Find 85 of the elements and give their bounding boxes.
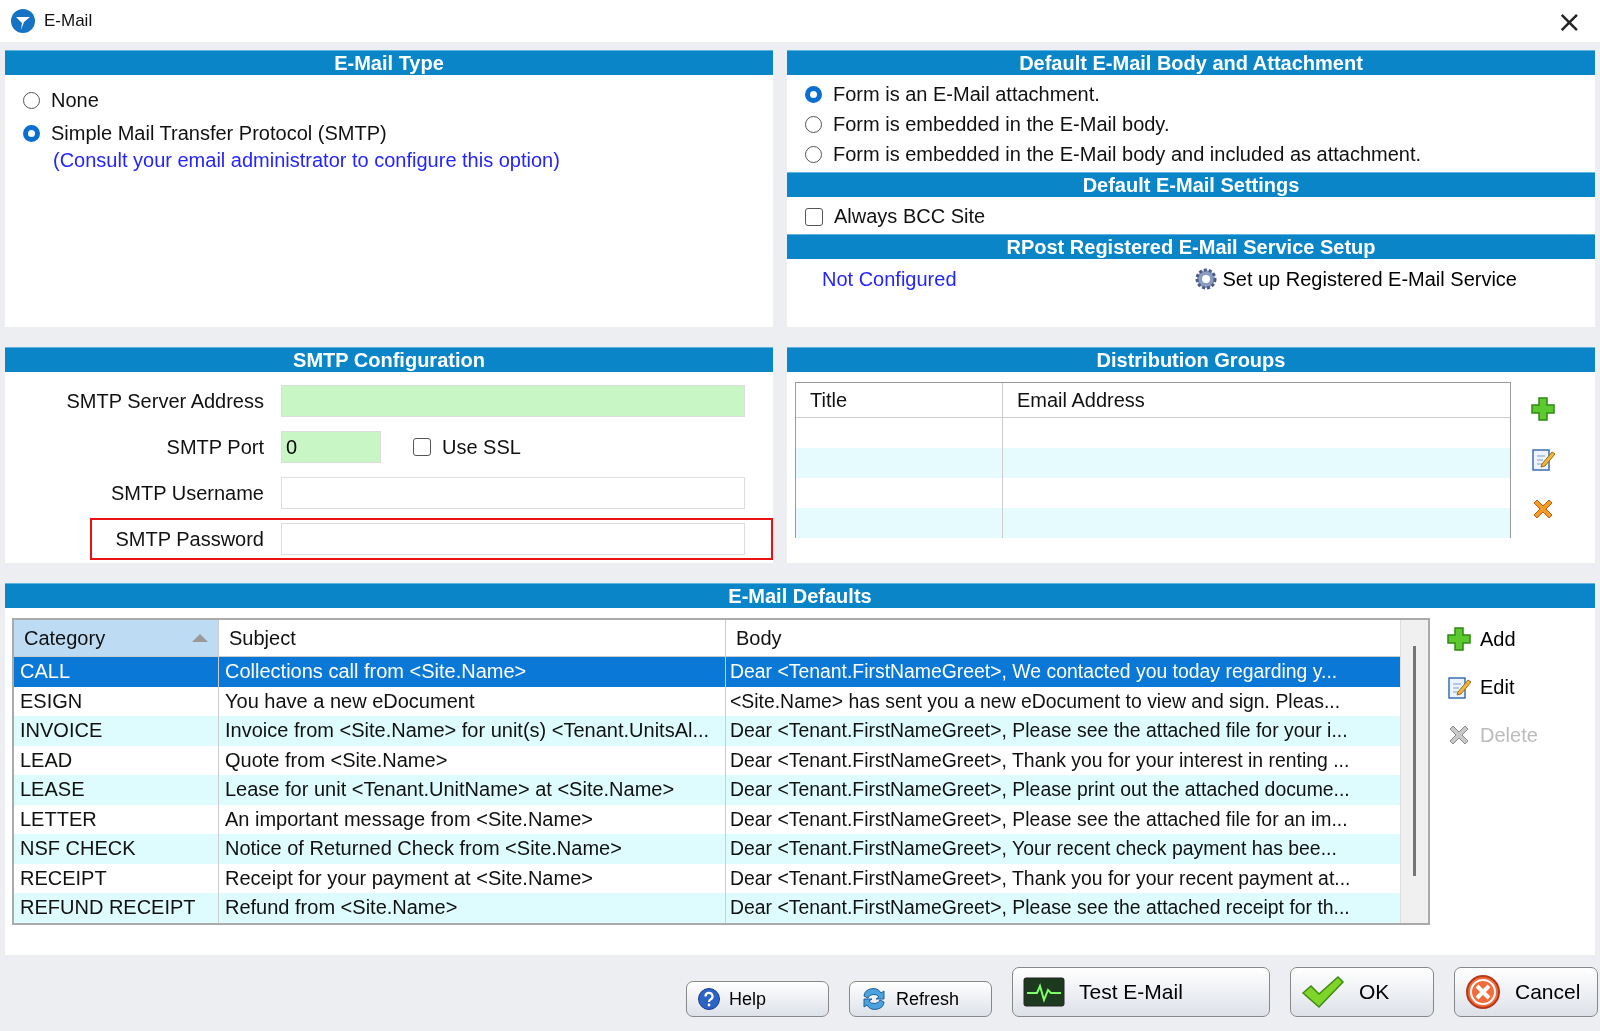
option-label: None bbox=[51, 89, 99, 112]
table-cell: CALL bbox=[14, 657, 219, 687]
hint-text: (Consult your email administrator to configure this option) bbox=[53, 149, 561, 172]
plus-icon bbox=[1446, 626, 1472, 652]
section-header: Distribution Groups bbox=[787, 347, 1595, 372]
option-label: Simple Mail Transfer Protocol (SMTP) bbox=[51, 122, 387, 145]
table-cell: NSF CHECK bbox=[14, 834, 219, 864]
table-cell: INVOICE bbox=[14, 716, 219, 746]
sort-icon bbox=[192, 634, 208, 642]
column-header[interactable]: Body bbox=[726, 620, 1400, 656]
scrollbar-thumb[interactable] bbox=[1413, 646, 1416, 876]
input-field[interactable]: 0 bbox=[281, 431, 381, 463]
table-row[interactable]: REFUND RECEIPT Refund from <Site.Name> Dear <Tenant.FirstNameGreet>, Please see the attached receipt for th... bbox=[14, 893, 1400, 923]
section-header: RPost Registered E-Mail Service Setup bbox=[787, 234, 1595, 259]
radio-button[interactable] bbox=[23, 125, 40, 142]
help-button[interactable]: Help bbox=[686, 981, 829, 1017]
table-row[interactable]: LEASE Lease for unit <Tenant.UnitName> at <Site.Name> Dear <Tenant.FirstNameGreet>, Please print out the attached docume... bbox=[14, 775, 1400, 805]
table-row[interactable]: INVOICE Invoice from <Site.Name> for unit(s) <Tenant.UnitsAl... Dear <Tenant.FirstNameGreet>, Please see the attached file for your i... bbox=[14, 716, 1400, 746]
table-cell: Refund from <Site.Name> bbox=[219, 893, 726, 923]
table-cell: Invoice from <Site.Name> for unit(s) <Tenant.UnitsAl... bbox=[219, 716, 726, 746]
ok-button[interactable]: OK bbox=[1290, 967, 1434, 1017]
refresh-button[interactable]: Refresh bbox=[849, 981, 992, 1017]
option-label: Form is embedded in the E-Mail body. bbox=[833, 113, 1170, 136]
cancel-button[interactable]: Cancel bbox=[1454, 967, 1598, 1017]
section-header: E-Mail Type bbox=[5, 50, 773, 75]
add-button[interactable] bbox=[1529, 396, 1557, 424]
section-header: SMTP Configuration bbox=[5, 347, 773, 372]
app-logo-icon bbox=[10, 8, 36, 34]
field-label: SMTP Username bbox=[110, 481, 265, 505]
table-cell-text: <Site.Name> has sent you a new eDocument to view and sign. Pleas... bbox=[729, 688, 1342, 714]
table-cell: REFUND RECEIPT bbox=[14, 893, 219, 923]
test-button[interactable]: Test E-Mail bbox=[1012, 967, 1270, 1017]
option-label: Form is an E-Mail attachment. bbox=[833, 83, 1100, 106]
column-header[interactable]: Subject bbox=[219, 620, 726, 656]
column-header[interactable]: Email Address bbox=[1003, 383, 1159, 417]
column-header[interactable]: Category bbox=[14, 620, 219, 656]
edit-icon bbox=[1446, 674, 1472, 700]
gear-icon bbox=[1194, 267, 1219, 291]
section-header: Default E-Mail Settings bbox=[787, 172, 1595, 197]
checkbox[interactable] bbox=[413, 438, 431, 456]
table-cell: Lease for unit <Tenant.UnitName> at <Site.Name> bbox=[219, 775, 726, 805]
table-cell-text: Dear <Tenant.FirstNameGreet>, Please see the attached file for an im... bbox=[729, 806, 1349, 832]
table-cell: LEASE bbox=[14, 775, 219, 805]
cancel-icon bbox=[1465, 974, 1501, 1010]
plus-icon bbox=[1530, 396, 1556, 422]
section-header: Default E-Mail Body and Attachment bbox=[787, 50, 1595, 75]
checkbox-label: Always BCC Site bbox=[834, 205, 986, 228]
edit-button[interactable]: Edit bbox=[1446, 674, 1538, 700]
edit-icon bbox=[1530, 446, 1556, 472]
section-header: E-Mail Defaults bbox=[5, 583, 1595, 608]
field-label: SMTP Password bbox=[114, 527, 265, 551]
table-cell-text: Dear <Tenant.FirstNameGreet>, Please print out the attached docume... bbox=[729, 777, 1351, 803]
table-row[interactable]: NSF CHECK Notice of Returned Check from <Site.Name> Dear <Tenant.FirstNameGreet>, Your recent check payment has bee... bbox=[14, 834, 1400, 864]
table-cell-text: Dear <Tenant.FirstNameGreet>, Thank you for your recent payment at... bbox=[729, 865, 1352, 891]
window-title: E-Mail bbox=[44, 11, 94, 31]
add-button[interactable]: Add bbox=[1446, 626, 1538, 652]
radio-button[interactable] bbox=[805, 86, 822, 103]
field-label: SMTP Port bbox=[165, 435, 265, 459]
table-cell-text: Dear <Tenant.FirstNameGreet>, Your recent check payment has bee... bbox=[729, 836, 1338, 862]
radio-button[interactable] bbox=[23, 92, 40, 109]
table-cell-text: Dear <Tenant.FirstNameGreet>, Thank you for your interest in renting ... bbox=[729, 747, 1351, 773]
input-field[interactable] bbox=[281, 523, 745, 555]
checkbox-label: Use SSL bbox=[442, 435, 521, 459]
table-cell-text: Dear <Tenant.FirstNameGreet>, We contacted you today regarding y... bbox=[729, 659, 1339, 685]
column-header[interactable]: Title bbox=[796, 383, 1003, 417]
table-cell: Notice of Returned Check from <Site.Name> bbox=[219, 834, 726, 864]
setup-button[interactable]: Set up Registered E-Mail Service bbox=[1194, 267, 1517, 291]
monitor-icon bbox=[1023, 977, 1065, 1007]
radio-button[interactable] bbox=[805, 116, 822, 133]
help-icon bbox=[697, 987, 721, 1011]
checkbox[interactable] bbox=[805, 207, 823, 226]
refresh-icon bbox=[860, 986, 888, 1012]
table-cell-text: Dear <Tenant.FirstNameGreet>, Please see the attached file for your i... bbox=[729, 718, 1349, 744]
field-label: SMTP Server Address bbox=[65, 389, 265, 413]
table-row[interactable]: CALL Collections call from <Site.Name> Dear <Tenant.FirstNameGreet>, We contacted you today regarding y... bbox=[14, 657, 1400, 687]
checkmark-icon bbox=[1301, 975, 1345, 1009]
input-field[interactable] bbox=[281, 477, 745, 509]
option-label: Form is embedded in the E-Mail body and included as attachment. bbox=[833, 143, 1422, 166]
table-cell-text: Dear <Tenant.FirstNameGreet>, Please see the attached receipt for th... bbox=[729, 895, 1351, 921]
table-cell: Collections call from <Site.Name> bbox=[219, 657, 726, 687]
status-link[interactable]: Not Configured bbox=[822, 267, 957, 291]
close-button[interactable]: × bbox=[1548, 3, 1590, 39]
edit-button[interactable] bbox=[1529, 446, 1557, 474]
radio-button[interactable] bbox=[805, 146, 822, 163]
input-field[interactable] bbox=[281, 385, 745, 417]
